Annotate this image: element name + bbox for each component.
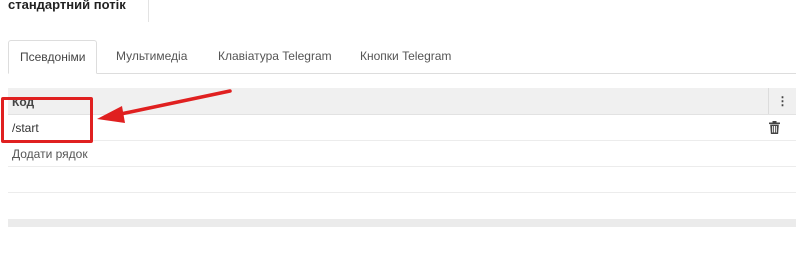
tab-multimedia[interactable]: Мультимедіа: [116, 40, 187, 73]
trash-icon[interactable]: [769, 121, 780, 134]
add-row: Додати рядок: [8, 141, 796, 167]
grid-footer-scrollbar[interactable]: [8, 219, 796, 227]
add-row-button[interactable]: Додати рядок: [12, 147, 88, 161]
title-divider: [148, 0, 149, 22]
flow-title: стандартний потік: [8, 0, 126, 12]
page: стандартний потік Псевдоніми Мультимедіа…: [0, 0, 803, 275]
tab-bar: Псевдоніми Мультимедіа Клавіатура Telegr…: [8, 40, 796, 74]
grid-header: Код ⋮: [8, 88, 796, 115]
highlight-box: [1, 97, 93, 143]
column-menu-button[interactable]: ⋮: [768, 88, 796, 114]
tab-aliases[interactable]: Псевдоніми: [8, 40, 98, 74]
tab-telegram-buttons[interactable]: Кнопки Telegram: [360, 40, 451, 73]
empty-row: [8, 167, 796, 193]
vertical-dots-icon: ⋮: [776, 94, 789, 108]
aliases-grid: Код ⋮ /start Додати рядок: [8, 88, 796, 193]
table-row[interactable]: /start: [8, 115, 796, 141]
tab-telegram-keyboard[interactable]: Клавіатура Telegram: [218, 40, 332, 73]
